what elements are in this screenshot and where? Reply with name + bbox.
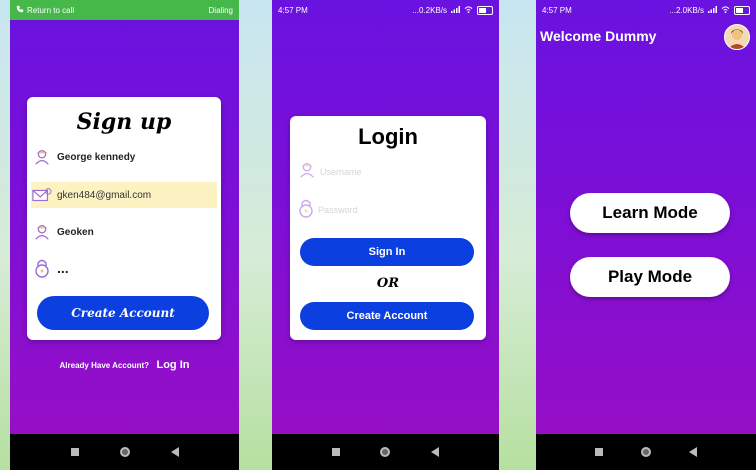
battery-icon bbox=[477, 5, 493, 15]
call-status-bar[interactable]: Return to call Dialing bbox=[10, 0, 239, 20]
recent-apps-icon[interactable] bbox=[70, 448, 79, 456]
password-placeholder: Password bbox=[318, 205, 358, 215]
wifi-icon bbox=[721, 5, 730, 15]
return-to-call-text: Return to call bbox=[27, 5, 75, 15]
lock-icon bbox=[298, 198, 314, 223]
already-have-account-text: Already Have Account? bbox=[59, 361, 150, 370]
username-input[interactable]: Username bbox=[298, 160, 478, 184]
login-title: Login bbox=[358, 124, 418, 149]
nav-bar bbox=[10, 434, 239, 470]
name-field[interactable]: George kennedy bbox=[31, 144, 217, 170]
create-account-button[interactable]: Create Account bbox=[300, 302, 474, 330]
username-placeholder: Username bbox=[320, 167, 362, 177]
network-speed: ...2.0KB/s bbox=[669, 5, 704, 15]
login-card: Login Username Password Sign In OR Creat… bbox=[290, 116, 486, 340]
signup-screen: Return to call Dialing Sign up George ke… bbox=[10, 0, 239, 470]
nav-bar bbox=[272, 434, 499, 470]
home-icon[interactable] bbox=[119, 447, 130, 457]
back-icon[interactable] bbox=[689, 447, 697, 457]
signal-icon bbox=[451, 5, 460, 15]
user-icon bbox=[31, 146, 53, 168]
phone-icon bbox=[16, 5, 24, 15]
email-icon bbox=[31, 184, 53, 206]
signup-title: Sign up bbox=[76, 109, 172, 135]
status-time: 4:57 PM bbox=[278, 5, 308, 15]
username-value: Geoken bbox=[57, 226, 94, 238]
log-in-link[interactable]: Log In bbox=[156, 359, 189, 371]
signup-card: Sign up George kennedy gken484@gmail.com… bbox=[27, 97, 221, 340]
email-field[interactable]: gken484@gmail.com bbox=[31, 182, 217, 208]
back-icon[interactable] bbox=[170, 447, 179, 457]
learn-mode-button[interactable]: Learn Mode bbox=[570, 193, 730, 233]
password-field[interactable]: ... bbox=[31, 255, 217, 281]
back-icon[interactable] bbox=[430, 447, 439, 457]
network-speed: ...0.2KB/s bbox=[412, 5, 447, 15]
email-value: gken484@gmail.com bbox=[57, 189, 152, 201]
login-screen: 4:57 PM ...0.2KB/s Login Username Passwo… bbox=[272, 0, 499, 470]
avatar-icon[interactable] bbox=[724, 24, 750, 50]
user-icon bbox=[298, 161, 316, 184]
status-time: 4:57 PM bbox=[542, 5, 572, 15]
username-field[interactable]: Geoken bbox=[31, 219, 217, 245]
login-prompt: Already Have Account? Log In bbox=[10, 355, 239, 373]
home-icon[interactable] bbox=[380, 447, 391, 457]
recent-apps-icon[interactable] bbox=[332, 448, 341, 456]
battery-icon bbox=[734, 5, 750, 15]
password-input[interactable]: Password bbox=[298, 198, 478, 222]
play-mode-button[interactable]: Play Mode bbox=[570, 257, 730, 297]
recent-apps-icon[interactable] bbox=[595, 448, 603, 456]
signal-icon bbox=[708, 5, 717, 15]
sign-in-button[interactable]: Sign In bbox=[300, 238, 474, 266]
user-icon bbox=[31, 221, 53, 243]
lock-icon bbox=[31, 257, 53, 279]
name-value: George kennedy bbox=[57, 151, 136, 163]
home-screen: 4:57 PM ...2.0KB/s Welcome Dummy Learn M… bbox=[536, 0, 756, 470]
welcome-title: Welcome Dummy bbox=[540, 28, 657, 44]
nav-bar bbox=[536, 434, 756, 470]
or-separator: OR bbox=[376, 276, 400, 291]
dialing-text: Dialing bbox=[208, 5, 233, 15]
wifi-icon bbox=[464, 5, 473, 15]
status-bar: 4:57 PM ...2.0KB/s bbox=[536, 0, 756, 20]
password-value: ... bbox=[57, 260, 69, 276]
create-account-button[interactable]: Create Account bbox=[37, 296, 209, 330]
home-icon[interactable] bbox=[641, 447, 651, 457]
status-bar: 4:57 PM ...0.2KB/s bbox=[272, 0, 499, 20]
